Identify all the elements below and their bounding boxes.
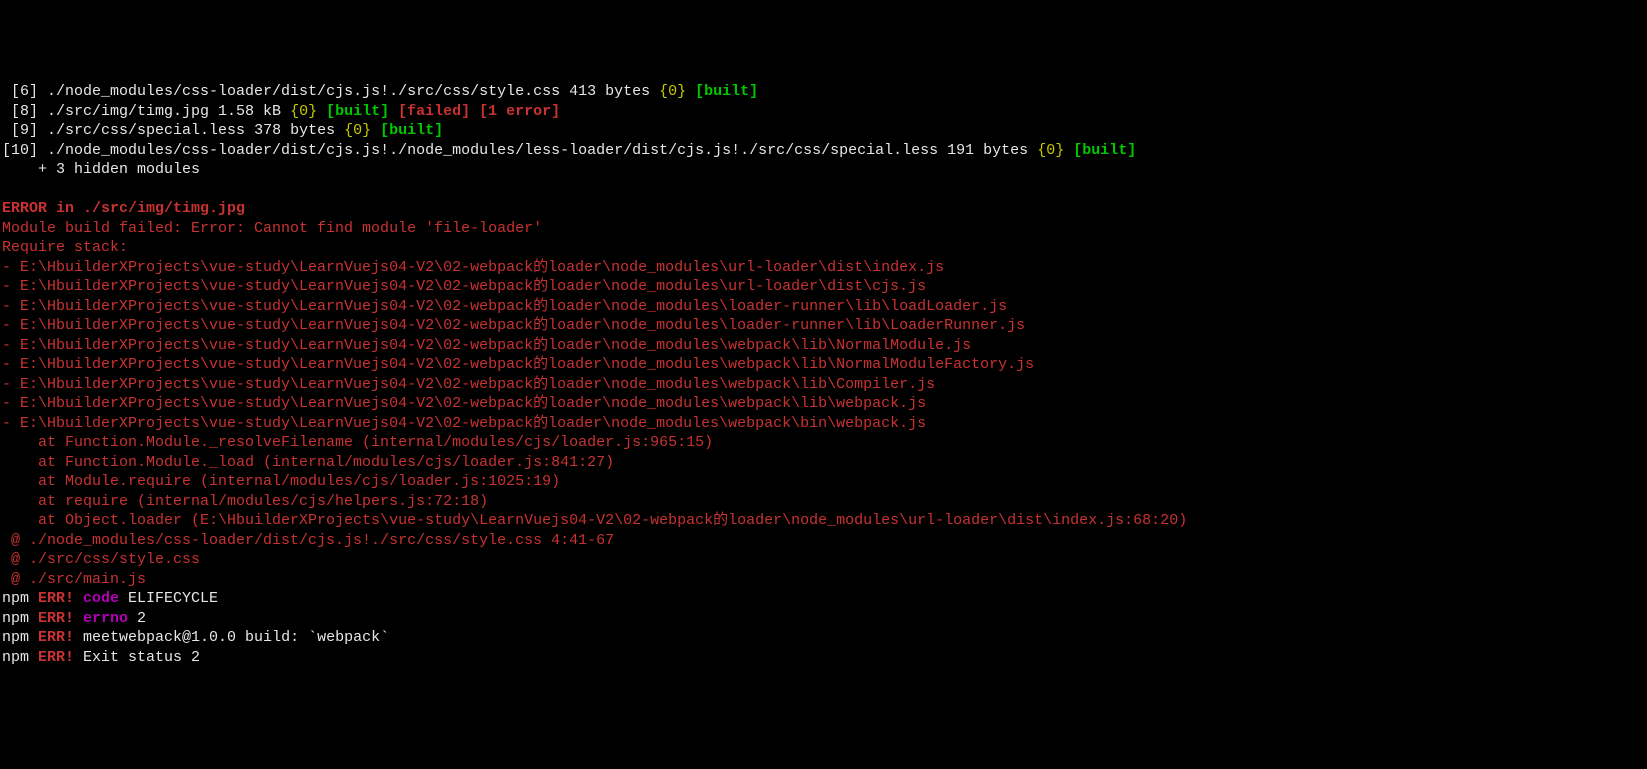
module-size: 413 bytes [560, 83, 659, 100]
npm-prefix: npm [2, 649, 38, 666]
error-message: Module build failed: Error: Cannot find … [2, 219, 1645, 239]
module-stat: {0} [290, 103, 317, 120]
stack-path: - E:\HbuilderXProjects\vue-study\LearnVu… [2, 415, 926, 432]
stack-path: - E:\HbuilderXProjects\vue-study\LearnVu… [2, 259, 944, 276]
module-tag [686, 83, 695, 100]
module-index: [10] [2, 142, 38, 159]
npm-err-label: ERR! [38, 629, 74, 646]
npm-err-label: ERR! [38, 610, 74, 627]
module-path: ./node_modules/css-loader/dist/cjs.js!./… [38, 83, 560, 100]
require-stack-item: - E:\HbuilderXProjects\vue-study\LearnVu… [2, 316, 1645, 336]
module-path: ./node_modules/css-loader/dist/cjs.js!./… [38, 142, 938, 159]
npm-err-label: ERR! [38, 590, 74, 607]
module-path: ./src/css/special.less [38, 122, 245, 139]
error-msg-text: Module build failed: Error: Cannot find … [2, 220, 542, 237]
module-tag: [built] [1073, 142, 1136, 159]
module-line: [8] ./src/img/timg.jpg 1.58 kB {0} [buil… [2, 102, 1645, 122]
stack-path: - E:\HbuilderXProjects\vue-study\LearnVu… [2, 337, 971, 354]
module-tag: [built] [380, 122, 443, 139]
module-line: [6] ./node_modules/css-loader/dist/cjs.j… [2, 82, 1645, 102]
npm-err-line: npm ERR! errno 2 [2, 609, 1645, 629]
module-size: 191 bytes [938, 142, 1037, 159]
require-stack-label: Require stack: [2, 238, 1645, 258]
stack-path: - E:\HbuilderXProjects\vue-study\LearnVu… [2, 376, 935, 393]
stack-at-line: at Module.require (internal/modules/cjs/… [2, 472, 1645, 492]
require-stack-item: - E:\HbuilderXProjects\vue-study\LearnVu… [2, 297, 1645, 317]
error-in-text: ERROR in ./src/img/timg.jpg [2, 200, 245, 217]
chain-text: @ ./src/main.js [2, 571, 146, 588]
module-size: 378 bytes [245, 122, 344, 139]
npm-err-value: Exit status 2 [74, 649, 200, 666]
hidden-modules-text: + 3 hidden modules [2, 161, 200, 178]
npm-err-value: meetwebpack@1.0.0 build: `webpack` [74, 629, 389, 646]
npm-err-value: 2 [128, 610, 146, 627]
module-tag: [failed] [398, 103, 470, 120]
npm-err-key: code [74, 590, 119, 607]
require-stack-item: - E:\HbuilderXProjects\vue-study\LearnVu… [2, 394, 1645, 414]
module-chain-line: @ ./src/css/style.css [2, 550, 1645, 570]
module-tag [470, 103, 479, 120]
stack-path: - E:\HbuilderXProjects\vue-study\LearnVu… [2, 317, 1025, 334]
npm-prefix: npm [2, 629, 38, 646]
stack-at-line: at Function.Module._resolveFilename (int… [2, 433, 1645, 453]
hidden-modules: + 3 hidden modules [2, 160, 1645, 180]
module-tag [371, 122, 380, 139]
stack-path: - E:\HbuilderXProjects\vue-study\LearnVu… [2, 278, 926, 295]
module-tag: [built] [326, 103, 389, 120]
module-stat: {0} [344, 122, 371, 139]
require-stack-item: - E:\HbuilderXProjects\vue-study\LearnVu… [2, 355, 1645, 375]
require-stack-item: - E:\HbuilderXProjects\vue-study\LearnVu… [2, 336, 1645, 356]
module-stat: {0} [659, 83, 686, 100]
chain-text: @ ./node_modules/css-loader/dist/cjs.js!… [2, 532, 614, 549]
module-line: [9] ./src/css/special.less 378 bytes {0}… [2, 121, 1645, 141]
module-tag [1064, 142, 1073, 159]
npm-prefix: npm [2, 590, 38, 607]
npm-err-line: npm ERR! code ELIFECYCLE [2, 589, 1645, 609]
npm-err-line: npm ERR! meetwebpack@1.0.0 build: `webpa… [2, 628, 1645, 648]
module-index: [6] [2, 83, 38, 100]
require-stack-item: - E:\HbuilderXProjects\vue-study\LearnVu… [2, 414, 1645, 434]
terminal-output[interactable]: [6] ./node_modules/css-loader/dist/cjs.j… [2, 82, 1645, 667]
module-size: 1.58 kB [209, 103, 290, 120]
at-text: at Object.loader (E:\HbuilderXProjects\v… [2, 512, 1187, 529]
module-tag [389, 103, 398, 120]
require-stack-item: - E:\HbuilderXProjects\vue-study\LearnVu… [2, 258, 1645, 278]
at-text: at Module.require (internal/modules/cjs/… [2, 473, 560, 490]
module-path: ./src/img/timg.jpg [38, 103, 209, 120]
require-stack-label-text: Require stack: [2, 239, 128, 256]
stack-at-line: at require (internal/modules/cjs/helpers… [2, 492, 1645, 512]
require-stack-item: - E:\HbuilderXProjects\vue-study\LearnVu… [2, 277, 1645, 297]
module-stat: {0} [1037, 142, 1064, 159]
npm-err-line: npm ERR! Exit status 2 [2, 648, 1645, 668]
module-chain-line: @ ./src/main.js [2, 570, 1645, 590]
module-chain-line: @ ./node_modules/css-loader/dist/cjs.js!… [2, 531, 1645, 551]
at-text: at Function.Module._resolveFilename (int… [2, 434, 713, 451]
module-index: [9] [2, 122, 38, 139]
npm-err-label: ERR! [38, 649, 74, 666]
module-tag: [built] [695, 83, 758, 100]
error-header: ERROR in ./src/img/timg.jpg [2, 199, 1645, 219]
module-tag [317, 103, 326, 120]
at-text: at Function.Module._load (internal/modul… [2, 454, 614, 471]
stack-path: - E:\HbuilderXProjects\vue-study\LearnVu… [2, 356, 1034, 373]
require-stack-item: - E:\HbuilderXProjects\vue-study\LearnVu… [2, 375, 1645, 395]
stack-path: - E:\HbuilderXProjects\vue-study\LearnVu… [2, 395, 926, 412]
module-index: [8] [2, 103, 38, 120]
at-text: at require (internal/modules/cjs/helpers… [2, 493, 488, 510]
npm-err-value: ELIFECYCLE [119, 590, 218, 607]
module-line: [10] ./node_modules/css-loader/dist/cjs.… [2, 141, 1645, 161]
stack-at-line: at Object.loader (E:\HbuilderXProjects\v… [2, 511, 1645, 531]
blank-line [2, 180, 1645, 200]
npm-err-key: errno [74, 610, 128, 627]
stack-path: - E:\HbuilderXProjects\vue-study\LearnVu… [2, 298, 1007, 315]
module-tag: [1 error] [479, 103, 560, 120]
stack-at-line: at Function.Module._load (internal/modul… [2, 453, 1645, 473]
npm-prefix: npm [2, 610, 38, 627]
chain-text: @ ./src/css/style.css [2, 551, 200, 568]
